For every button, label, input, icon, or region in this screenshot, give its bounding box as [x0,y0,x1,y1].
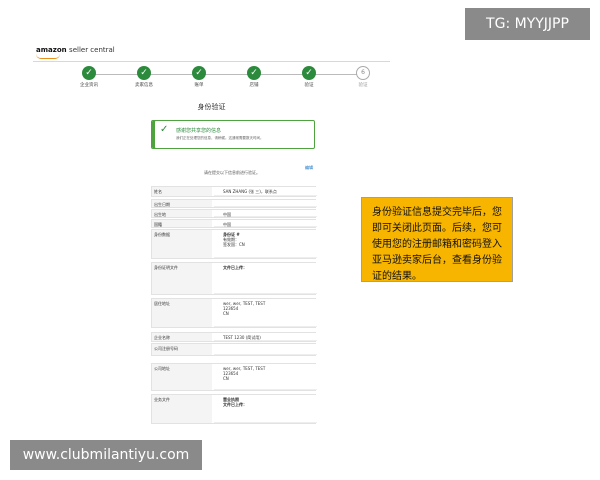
step-label: 企业资讯 [80,83,98,88]
row-value-line: CN [223,311,229,316]
row-value: 营业执照 文件已上传： [214,395,317,423]
row-label: 身份数据 [152,230,212,258]
step-label: 卖家信息 [135,83,153,88]
table-row: 出生地 中国 [151,209,317,218]
table-row: 出生日期 [151,199,317,208]
step-label: 账单 [194,83,204,88]
step-3: ✓ 账单 [179,66,219,88]
header-divider [33,61,390,62]
step-check-icon: ✓ [302,66,316,80]
row-value-line: SAN ZHANG (张 三)，联系点 [223,189,277,194]
row-label: 公司注册号码 [152,344,212,355]
table-row: 身份数据 身份证 # 有效期： 签发国：CN [151,229,317,259]
table-row: 公司地址 wer, wer, TEST, TEST 123654 CN [151,363,317,391]
row-value: 文件已上传： [214,263,317,294]
row-label: 公司地址 [152,364,212,390]
row-value-line: 中国 [223,222,231,227]
row-label: 身份证明文件 [152,263,212,294]
step-4: ✓ 店铺 [234,66,274,88]
website-watermark: www.clubmilantiyu.com [10,440,202,470]
table-row: 国籍 中国 [151,219,317,228]
page-title: 身份验证 [197,103,226,111]
row-value: 身份证 # 有效期： 签发国：CN [214,230,317,258]
step-number-icon: 6 [356,66,370,80]
table-row: 业务文件 营业执照 文件已上传： [151,394,317,424]
row-value-line: TEST 1230 (简试用) [223,335,261,340]
logo-brand: amazon [36,46,67,54]
progress-stepper: ✓ 企业资讯 ✓ 卖家信息 ✓ 账单 ✓ 店铺 ✓ 验证 6 验证 [33,66,390,92]
step-check-icon: ✓ [137,66,151,80]
row-value: SAN ZHANG (张 三)，联系点 [214,187,317,196]
step-label: 验证 [358,83,368,88]
logo-suffix: seller central [69,46,115,54]
row-label: 出生日期 [152,200,212,207]
step-check-icon: ✓ [247,66,261,80]
row-label: 业务文件 [152,395,212,423]
row-label: 姓名 [152,187,212,196]
row-label: 国籍 [152,220,212,227]
step-5: ✓ 验证 [289,66,329,88]
step-check-icon: ✓ [82,66,96,80]
row-value: wer, wer, TEST, TEST 123654 CN [214,299,317,327]
row-label: 居住地址 [152,299,212,327]
table-row: 公司注册号码 [151,343,317,356]
step-check-icon: ✓ [192,66,206,80]
success-alert: ✓ 感谢您共享您的信息 我们正在处理您的信息，请稍候。这通常需要数天时间。 [151,120,315,149]
step-1: ✓ 企业资讯 [69,66,109,88]
row-value: wer, wer, TEST, TEST 123654 CN [214,364,317,390]
checkmark-icon: ✓ [160,124,169,135]
row-value: 中国 [214,210,317,217]
step-2: ✓ 卖家信息 [124,66,164,88]
row-value-line: 文件已上传： [223,265,247,270]
seller-central-page: amazon seller central ✓ 企业资讯 ✓ 卖家信息 ✓ 账单 ✓ 店铺 ✓ 验… [33,42,390,437]
row-value [214,200,317,207]
table-row: 姓名 SAN ZHANG (张 三)，联系点 [151,186,317,197]
success-subtext: 我们正在处理您的信息，请稍候。这通常需要数天时间。 [176,136,264,140]
step-label: 验证 [304,83,314,88]
instruction-callout: 身份验证信息提交完毕后，您即可关闭此页面。后续，您可使用您的注册邮箱和密码登入亚… [361,197,513,282]
row-value-line: 签发国：CN [223,242,245,247]
amazon-smile-icon [36,54,60,59]
amazon-seller-central-logo[interactable]: amazon seller central [36,46,115,54]
row-label: 出生地 [152,210,212,217]
row-value [214,344,317,355]
table-row: 身份证明文件 文件已上传： [151,262,317,295]
row-value-line: 中国 [223,212,231,217]
row-value-line: CN [223,376,229,381]
row-value: TEST 1230 (简试用) [214,333,317,341]
table-row: 居住地址 wer, wer, TEST, TEST 123654 CN [151,298,317,328]
row-label: 企业名称 [152,333,212,341]
header: amazon seller central [33,42,390,62]
row-value-line: 文件已上传： [223,402,247,407]
step-6: 6 验证 [343,66,383,88]
success-heading: 感谢您共享您的信息 [176,128,222,134]
step-label: 店铺 [249,83,259,88]
telegram-watermark: TG: MYYJJPP [465,8,590,40]
table-row: 企业名称 TEST 1230 (简试用) [151,332,317,342]
row-value: 中国 [214,220,317,227]
review-note: 请在提交以下信息前进行验证。 [204,170,260,175]
